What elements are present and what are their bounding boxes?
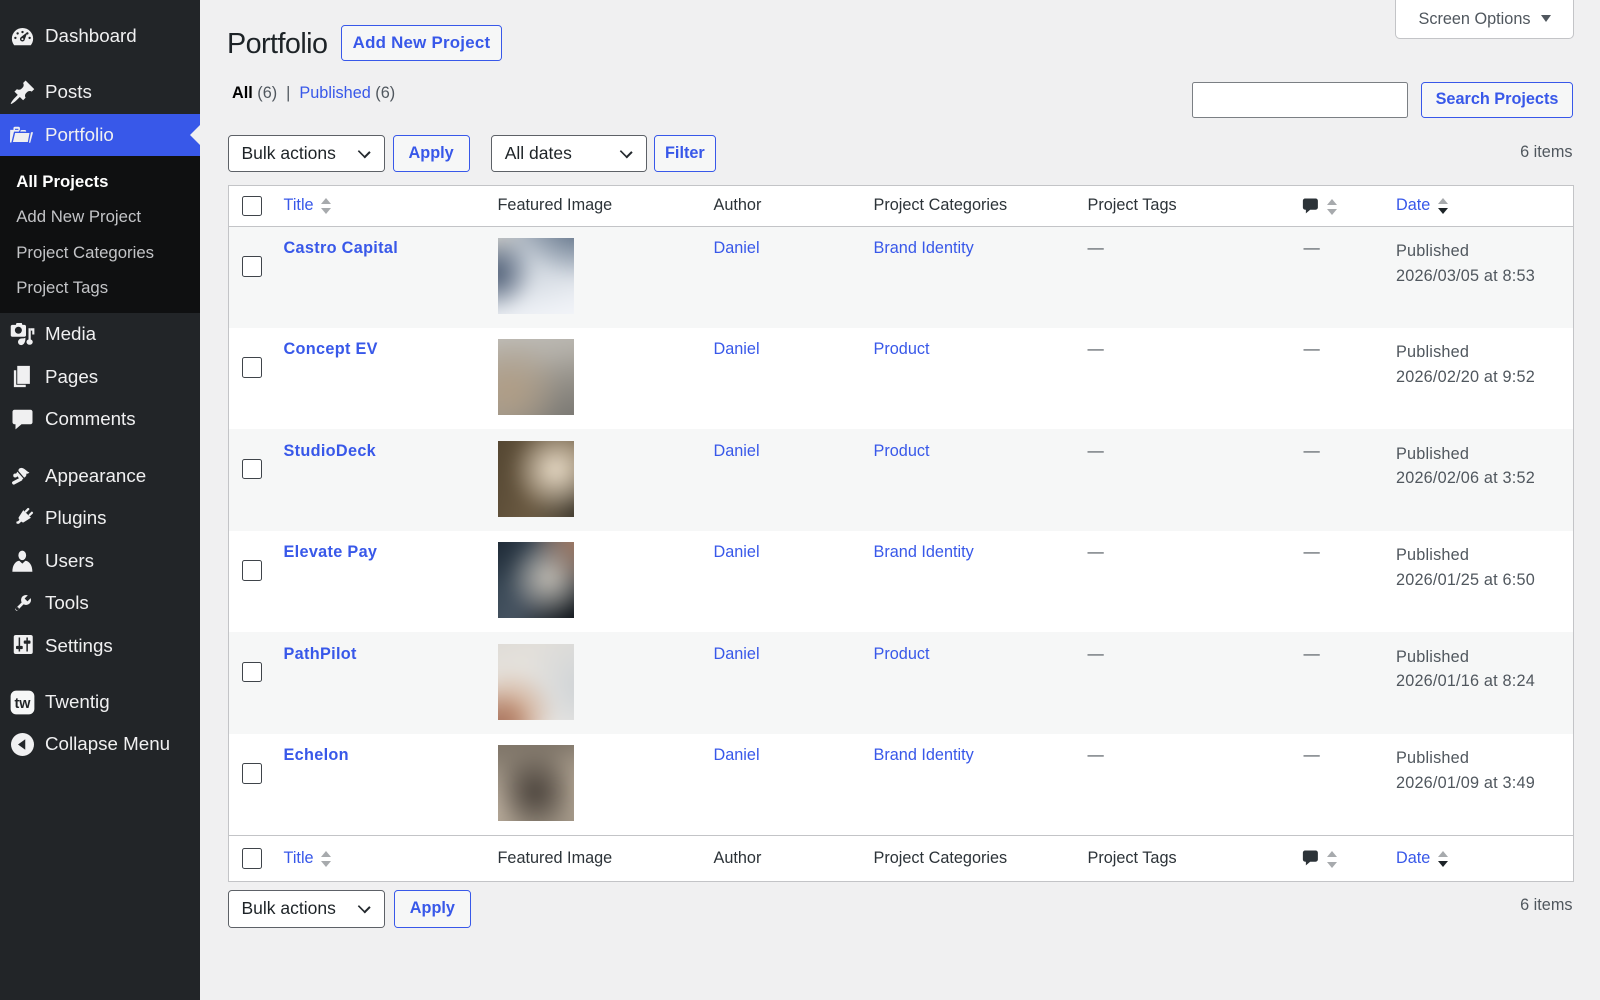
svg-text:tw: tw: [15, 695, 32, 711]
